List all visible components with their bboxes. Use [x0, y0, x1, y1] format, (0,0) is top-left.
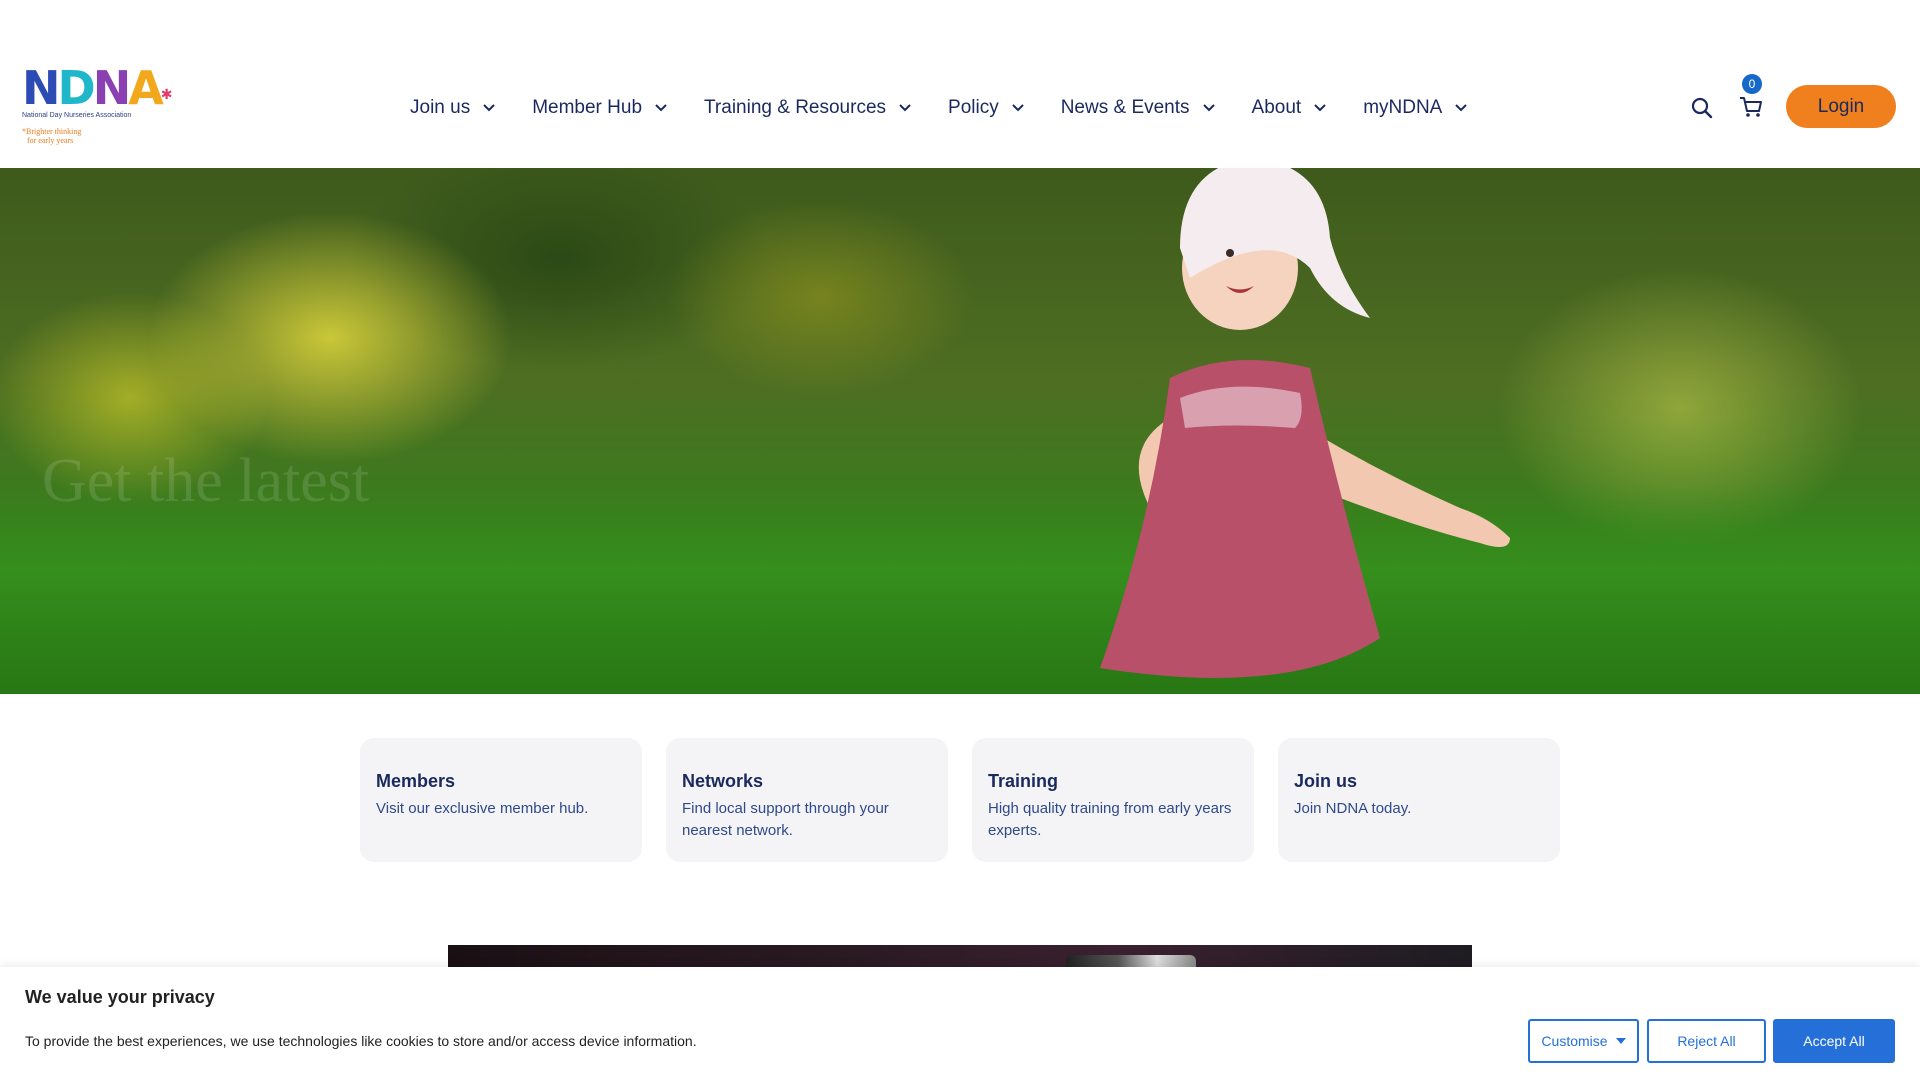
logo-star-icon: ✱: [160, 87, 173, 103]
card-title: Members: [376, 771, 456, 791]
cart-icon[interactable]: [1738, 94, 1764, 120]
ndna-logo[interactable]: N D N A ✱ National Day Nurseries Association…: [22, 61, 173, 150]
chevron-down-icon: [482, 101, 496, 115]
nav-item-join-us[interactable]: Join us: [410, 97, 496, 119]
card-description: High quality training from early years e…: [988, 800, 1232, 839]
logo-tagline: *Brighter thinking for early years: [22, 127, 157, 145]
logo-tagline-line1: *Brighter thinking: [22, 127, 82, 136]
logo-tagline-line2: for early years: [27, 136, 74, 145]
nav-item-myndna[interactable]: myNDNA: [1363, 97, 1468, 119]
logo-letter-d: D: [57, 61, 96, 115]
chevron-down-icon: [1011, 101, 1025, 115]
logo-letter-a: A: [128, 61, 164, 115]
chevron-down-icon: [1313, 101, 1327, 115]
card-title: Networks: [682, 771, 764, 791]
quick-links: Members Visit our exclusive member hub. …: [360, 738, 1560, 862]
reject-all-button[interactable]: Reject All: [1647, 1019, 1766, 1063]
nav-item-label: Policy: [948, 97, 999, 118]
cookie-title: We value your privacy: [25, 987, 215, 1007]
login-button[interactable]: Login: [1786, 85, 1896, 128]
chevron-down-icon: [654, 101, 668, 115]
search-icon[interactable]: [1690, 96, 1714, 120]
logo-wordmark: N D N A ✱: [22, 61, 173, 115]
caret-down-icon: [1615, 1038, 1626, 1044]
card-networks[interactable]: Networks Find local support through your…: [666, 738, 948, 862]
card-description: Join NDNA today.: [1294, 800, 1412, 817]
cart-count-badge: 0: [1742, 74, 1762, 94]
logo-letter-n1: N: [22, 61, 60, 115]
chevron-down-icon: [1454, 101, 1468, 115]
accept-all-button[interactable]: Accept All: [1773, 1019, 1895, 1063]
cookie-text: To provide the best experiences, we use …: [25, 1033, 697, 1049]
site-header: N D N A ✱ National Day Nurseries Association…: [0, 0, 1920, 168]
hero-banner: Get the latest: [0, 168, 1920, 694]
customise-label: Customise: [1541, 1033, 1608, 1049]
hero-heading: Get the latest: [42, 447, 370, 515]
nav-item-label: News & Events: [1060, 97, 1190, 118]
logo-letter-n2: N: [92, 61, 131, 115]
nav-item-training-resources[interactable]: Training & Resources: [704, 97, 912, 119]
nav-item-news-events[interactable]: News & Events: [1061, 97, 1216, 119]
nav-item-label: Join us: [410, 97, 471, 118]
nav-item-member-hub[interactable]: Member Hub: [532, 97, 668, 119]
card-description: Visit our exclusive member hub.: [376, 800, 589, 817]
chevron-down-icon: [1202, 101, 1216, 115]
card-training[interactable]: Training High quality training from earl…: [972, 738, 1254, 862]
nav-item-about[interactable]: About: [1252, 97, 1328, 119]
nav-item-label: Training & Resources: [704, 97, 887, 118]
hero-grass: [0, 488, 1920, 694]
nav-item-policy[interactable]: Policy: [948, 97, 1025, 119]
nav-item-label: About: [1251, 97, 1302, 118]
customise-button[interactable]: Customise: [1528, 1019, 1639, 1063]
hero-child-image: [1100, 168, 1510, 678]
card-description: Find local support through your nearest …: [682, 800, 889, 839]
nav-item-label: Member Hub: [532, 97, 643, 118]
card-join-us[interactable]: Join us Join NDNA today.: [1278, 738, 1560, 862]
card-title: Join us: [1294, 771, 1358, 791]
card-members[interactable]: Members Visit our exclusive member hub.: [360, 738, 642, 862]
main-nav: Join us Member Hub Training & Resources …: [410, 96, 1468, 120]
card-title: Training: [988, 771, 1059, 791]
chevron-down-icon: [898, 101, 912, 115]
nav-item-label: myNDNA: [1363, 97, 1443, 118]
